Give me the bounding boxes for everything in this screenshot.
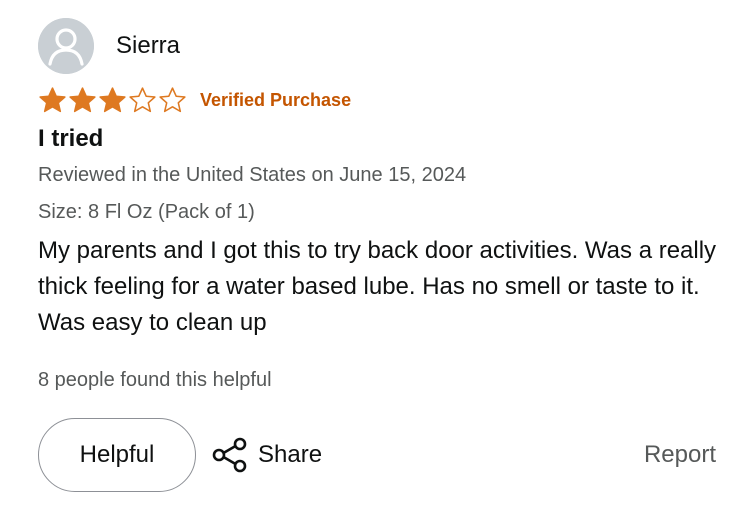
share-icon <box>211 436 249 474</box>
avatar-icon <box>38 18 94 74</box>
helpful-button[interactable]: Helpful <box>38 418 196 492</box>
share-label: Share <box>258 441 323 468</box>
review-actions: Helpful Share Report <box>38 417 716 493</box>
review-date: Reviewed in the United States on June 15… <box>38 164 467 186</box>
review-body: My parents and I got this to try back do… <box>38 237 717 336</box>
report-link[interactable]: Report <box>644 441 716 469</box>
review-title[interactable]: I tried <box>38 124 728 154</box>
share-button[interactable]: Share <box>211 436 322 474</box>
reviewer-name[interactable]: Sierra <box>116 32 180 60</box>
star-rating[interactable] <box>38 86 187 114</box>
helpful-count: 8 people found this helpful <box>38 369 272 391</box>
star-filled-icon <box>38 86 67 114</box>
reviewer-profile[interactable]: Sierra <box>38 18 728 74</box>
rating-row: Verified Purchase <box>38 86 728 114</box>
star-empty-icon <box>158 86 187 114</box>
star-filled-icon <box>98 86 127 114</box>
verified-purchase-badge: Verified Purchase <box>200 89 352 110</box>
review-card: Sierra Verified Purchase I tried Reviewe… <box>38 18 728 393</box>
star-empty-icon <box>128 86 157 114</box>
product-variant: Size: 8 Fl Oz (Pack of 1) <box>38 201 255 223</box>
star-filled-icon <box>68 86 97 114</box>
